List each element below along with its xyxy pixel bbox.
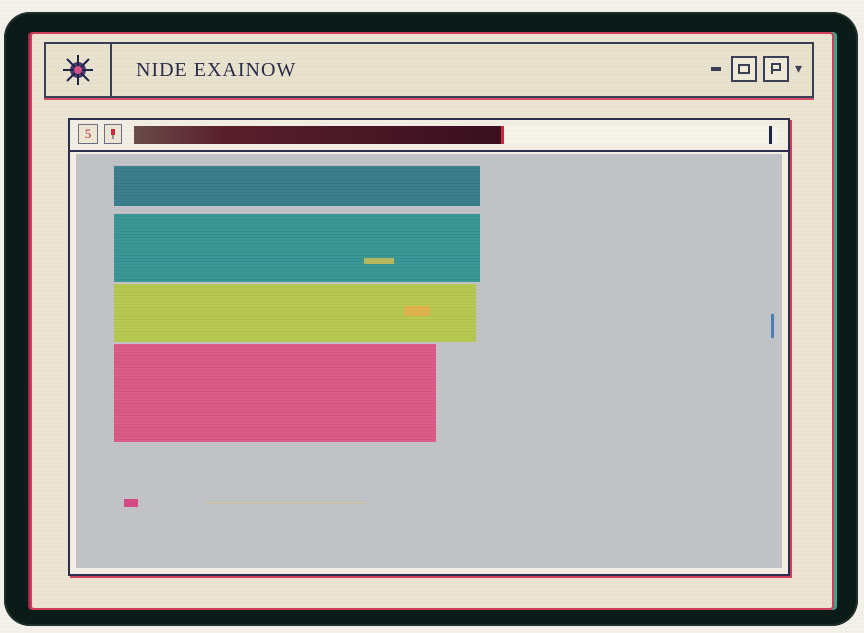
toolbar: 5 <box>70 120 788 152</box>
main-panel: 5 <box>68 118 790 576</box>
progress-bar <box>134 126 778 144</box>
pin-icon <box>111 129 115 139</box>
color-bar-1 <box>114 166 480 206</box>
marker-button[interactable] <box>104 124 122 144</box>
tool-button[interactable]: 5 <box>78 124 98 144</box>
color-bar-3 <box>114 284 476 342</box>
scrollbar-thumb[interactable] <box>771 314 774 338</box>
maximize-icon <box>770 63 781 74</box>
window-controls: ▾ <box>710 56 802 82</box>
restore-button[interactable] <box>730 56 757 82</box>
progress-fill <box>134 126 505 144</box>
bar-accent-mark <box>364 258 394 264</box>
title-bar: NIDE EXAINOW ▾ <box>44 42 814 98</box>
tool-icon-label: 5 <box>84 126 92 141</box>
progress-end-marker <box>769 126 772 144</box>
restore-icon <box>737 64 750 74</box>
footer-marker <box>124 499 138 507</box>
color-bar-2 <box>114 214 480 282</box>
color-bar-4 <box>114 344 436 442</box>
dropdown-arrow-icon[interactable]: ▾ <box>795 62 802 76</box>
app-logo <box>46 44 112 96</box>
maximize-button[interactable] <box>762 56 789 82</box>
star-logo-icon <box>63 55 93 85</box>
footer-line <box>206 502 366 504</box>
bar-accent-mark <box>404 306 430 316</box>
window-title: NIDE EXAINOW <box>136 59 297 81</box>
content-area <box>76 154 782 568</box>
minimize-button[interactable] <box>710 67 721 71</box>
app-window: NIDE EXAINOW ▾ 5 <box>30 32 834 610</box>
